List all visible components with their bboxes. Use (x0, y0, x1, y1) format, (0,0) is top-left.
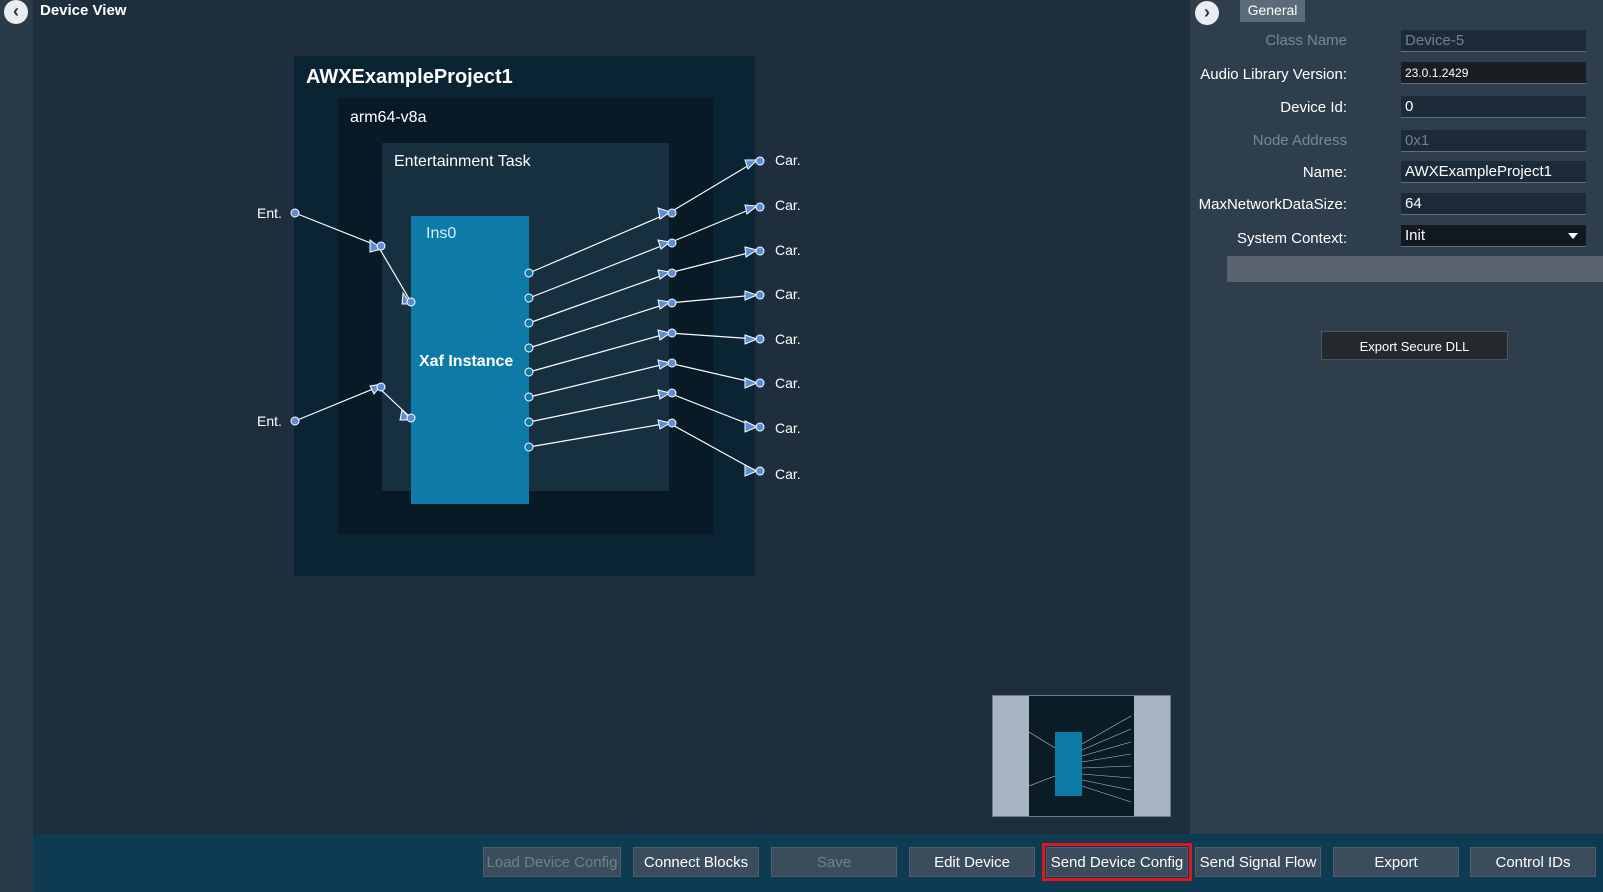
minimap-viewport (1029, 696, 1134, 816)
export-button[interactable]: Export (1333, 847, 1459, 877)
output-label-5: Car. (775, 331, 801, 347)
tab-general[interactable]: General (1240, 0, 1305, 22)
input-wire-2 (294, 386, 412, 422)
node-address-label: Node Address (1252, 132, 1347, 149)
send-signal-flow-button[interactable]: Send Signal Flow (1195, 847, 1321, 877)
output-label-2: Car. (775, 197, 801, 213)
collapse-right-button[interactable]: › (1195, 1, 1219, 25)
output-wire-2 (528, 206, 757, 299)
panel-divider (1227, 256, 1603, 282)
output-wire-8 (528, 422, 757, 472)
name-label: Name: (1302, 164, 1347, 181)
device-id-label: Device Id: (1280, 99, 1347, 116)
output-label-7: Car. (775, 420, 801, 436)
audio-lib-field: 23.0.1.2429 (1401, 62, 1586, 84)
edit-device-button[interactable]: Edit Device (909, 847, 1035, 877)
device-id-input[interactable]: 0 (1401, 96, 1586, 118)
output-wire-5 (528, 332, 757, 373)
output-wire-1 (528, 160, 757, 274)
class-name-label: Class Name (1265, 32, 1347, 49)
class-name-field: Device-5 (1401, 30, 1586, 52)
load-device-config-button[interactable]: Load Device Config (483, 847, 621, 877)
control-ids-button[interactable]: Control IDs (1470, 847, 1596, 877)
export-secure-dll-button[interactable]: Export Secure DLL (1321, 331, 1508, 360)
output-label-1: Car. (775, 152, 801, 168)
audio-lib-label: Audio Library Version: (1200, 66, 1347, 83)
system-context-select[interactable]: Init (1401, 225, 1586, 247)
output-label-4: Car. (775, 286, 801, 302)
output-wire-7 (528, 392, 757, 428)
output-wire-6 (528, 362, 757, 398)
max-network-label: MaxNetworkDataSize: (1198, 196, 1347, 213)
input-label-1: Ent. (257, 205, 282, 221)
minimap[interactable] (992, 695, 1171, 817)
output-label-8: Car. (775, 466, 801, 482)
name-input[interactable]: AWXExampleProject1 (1401, 161, 1586, 183)
system-context-value: Init (1405, 227, 1426, 244)
send-device-config-button[interactable]: Send Device Config (1042, 843, 1192, 881)
output-wire-3 (528, 250, 757, 324)
input-wire-1 (294, 212, 412, 303)
chevron-down-icon (1568, 233, 1578, 239)
max-network-input[interactable]: 64 (1401, 193, 1586, 215)
output-label-3: Car. (775, 242, 801, 258)
connect-blocks-button[interactable]: Connect Blocks (633, 847, 759, 877)
output-label-6: Car. (775, 375, 801, 391)
input-label-2: Ent. (257, 413, 282, 429)
save-button[interactable]: Save (771, 847, 897, 877)
node-address-field: 0x1 (1401, 130, 1586, 152)
properties-panel (1190, 0, 1603, 834)
minimap-wires (1029, 715, 1132, 803)
system-context-label: System Context: (1236, 230, 1347, 247)
